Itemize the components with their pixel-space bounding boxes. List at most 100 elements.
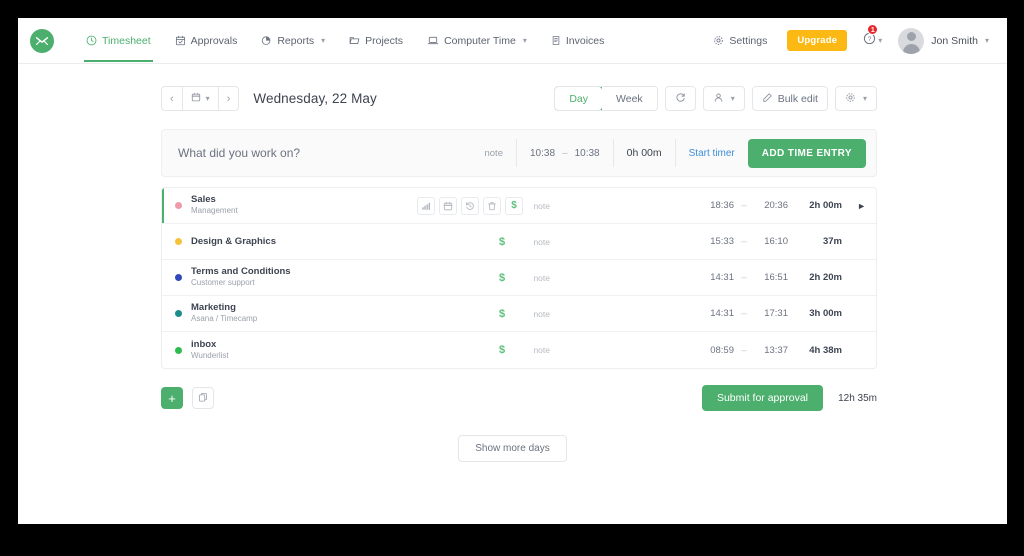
project-color-dot xyxy=(175,310,182,317)
chevron-down-icon: ▾ xyxy=(522,36,527,45)
entry-note[interactable]: note xyxy=(533,345,550,355)
entry-subname: Customer support xyxy=(191,278,255,288)
timer-end-time[interactable]: 10:38 xyxy=(575,148,600,159)
entry-end-time[interactable]: 16:51 xyxy=(754,272,788,283)
new-entry-timer-bar: What did you work on? note 10:38 – 10:38… xyxy=(161,129,877,177)
nav-item-settings[interactable]: Settings xyxy=(703,21,777,61)
timecamp-logo-icon[interactable] xyxy=(30,28,54,53)
dollar-icon[interactable]: $ xyxy=(499,308,505,320)
main-content: ‹ ▾ › Wednesday, 22 May Day Week ▾ Bulk … xyxy=(18,86,1007,462)
nav-item-projects[interactable]: Projects xyxy=(337,21,415,61)
user-filter-button[interactable]: ▾ xyxy=(702,86,745,111)
entry-times: note 18:36 – 20:36 2h 00m ► xyxy=(533,200,866,211)
play-icon[interactable]: ► xyxy=(842,201,866,211)
table-row[interactable]: inbox Wunderlist $ note 08:59 – 13:37 4h… xyxy=(162,332,876,368)
entry-labels: Sales Management xyxy=(191,194,341,216)
add-entry-button[interactable]: + xyxy=(161,387,183,409)
avatar[interactable] xyxy=(898,27,925,54)
table-row[interactable]: Sales Management $ note 18:36 – 20:36 2h… xyxy=(162,188,876,224)
dollar-icon[interactable]: $ xyxy=(505,196,523,215)
timesheet-settings-button[interactable]: ▾ xyxy=(834,86,877,111)
entry-duration[interactable]: 4h 38m xyxy=(788,345,842,356)
previous-day-button[interactable]: ‹ xyxy=(162,87,182,110)
next-day-button[interactable]: › xyxy=(217,87,239,110)
show-more-days-button[interactable]: Show more days xyxy=(458,435,567,462)
time-range-dash: – xyxy=(741,200,747,211)
user-name-label: Jon Smith xyxy=(931,34,978,47)
nav-item-reports[interactable]: Reports ▾ xyxy=(249,21,337,61)
entry-end-time[interactable]: 20:36 xyxy=(754,200,788,211)
work-description-input[interactable]: What did you work on? xyxy=(178,146,300,160)
time-range-dash: – xyxy=(562,147,568,159)
date-picker-button[interactable]: ▾ xyxy=(181,87,218,110)
copy-icon xyxy=(198,389,208,407)
nav-right-group: Settings Upgrade ? ▾ 1 Jon Smith ▾ xyxy=(703,20,989,62)
start-timer-link[interactable]: Start timer xyxy=(676,148,748,159)
start-timer-cell: Start timer xyxy=(674,139,748,167)
chevron-down-icon: ▾ xyxy=(321,36,326,45)
entry-end-time[interactable]: 13:37 xyxy=(754,345,788,356)
nav-item-computer-time[interactable]: Computer Time ▾ xyxy=(415,21,539,61)
entry-note[interactable]: note xyxy=(533,201,550,211)
entry-duration[interactable]: 37m xyxy=(788,236,842,247)
entry-end-time[interactable]: 16:10 xyxy=(754,236,788,247)
entry-name: Terms and Conditions xyxy=(191,266,291,278)
submit-for-approval-button[interactable]: Submit for approval xyxy=(701,385,823,411)
entry-action-icons: $ xyxy=(499,272,505,284)
entry-duration[interactable]: 2h 00m xyxy=(788,200,842,211)
nav-item-timesheet[interactable]: Timesheet xyxy=(74,21,163,62)
entry-start-time[interactable]: 14:31 xyxy=(700,308,734,319)
timer-time-range[interactable]: 10:38 – 10:38 xyxy=(515,139,613,167)
bulk-edit-button[interactable]: Bulk edit xyxy=(751,86,828,111)
chevron-down-icon: ▾ xyxy=(984,36,989,45)
entry-start-time[interactable]: 08:59 xyxy=(700,345,734,356)
refresh-button[interactable] xyxy=(664,86,696,111)
entry-start-time[interactable]: 15:33 xyxy=(700,236,734,247)
entry-start-time[interactable]: 18:36 xyxy=(700,200,734,211)
view-mode-week[interactable]: Week xyxy=(602,87,657,110)
project-color-dot xyxy=(175,238,182,245)
entry-start-time[interactable]: 14:31 xyxy=(700,272,734,283)
view-mode-day[interactable]: Day xyxy=(555,87,604,110)
entry-note[interactable]: note xyxy=(533,273,550,283)
duplicate-day-button[interactable] xyxy=(192,387,214,409)
entry-times: note 15:33 – 16:10 37m xyxy=(533,236,866,247)
calendar-icon[interactable] xyxy=(439,196,457,215)
entry-times: note 08:59 – 13:37 4h 38m xyxy=(533,345,866,356)
dollar-icon[interactable]: $ xyxy=(499,236,505,248)
help-menu[interactable]: ? ▾ 1 xyxy=(857,20,890,62)
entry-end-time[interactable]: 17:31 xyxy=(754,308,788,319)
entry-action-icons: $ xyxy=(499,308,505,320)
entry-name: Sales xyxy=(191,194,216,206)
entry-note[interactable]: note xyxy=(533,237,550,247)
entry-note[interactable]: note xyxy=(533,309,550,319)
help-notification-badge: 1 xyxy=(867,23,879,35)
calendar-icon xyxy=(191,92,201,105)
nav-item-invoices[interactable]: Invoices xyxy=(539,21,617,61)
add-time-entry-button[interactable]: ADD TIME ENTRY xyxy=(747,138,866,168)
nav-item-approvals[interactable]: Approvals xyxy=(163,21,250,61)
table-row[interactable]: Design & Graphics $ note 15:33 – 16:10 3… xyxy=(162,224,876,260)
calendar-check-icon xyxy=(175,35,186,46)
timer-note-button[interactable]: note xyxy=(471,139,516,167)
entry-duration[interactable]: 3h 00m xyxy=(788,308,842,319)
day-total: 12h 35m xyxy=(838,392,877,404)
dollar-icon[interactable]: $ xyxy=(499,272,505,284)
date-toolbar: ‹ ▾ › Wednesday, 22 May Day Week ▾ Bulk … xyxy=(18,86,1007,111)
timer-duration[interactable]: 0h 00m xyxy=(612,139,675,167)
toolbar-actions: Day Week ▾ Bulk edit ▾ xyxy=(554,86,877,111)
trash-icon[interactable] xyxy=(483,196,501,215)
entry-duration[interactable]: 2h 20m xyxy=(788,272,842,283)
user-menu[interactable]: Jon Smith ▾ xyxy=(931,35,989,47)
table-row[interactable]: Terms and Conditions Customer support $ … xyxy=(162,260,876,296)
upgrade-button[interactable]: Upgrade xyxy=(787,30,848,51)
timer-start-time[interactable]: 10:38 xyxy=(530,148,555,159)
bar-chart-icon[interactable] xyxy=(417,196,435,215)
chevron-down-icon: ▾ xyxy=(862,94,867,103)
time-range-dash: – xyxy=(741,272,747,283)
table-row[interactable]: Marketing Asana / Timecamp $ note 14:31 … xyxy=(162,296,876,332)
pie-chart-icon xyxy=(261,35,272,46)
history-icon[interactable] xyxy=(461,196,479,215)
dollar-icon[interactable]: $ xyxy=(499,344,505,356)
entry-subname: Management xyxy=(191,206,238,216)
